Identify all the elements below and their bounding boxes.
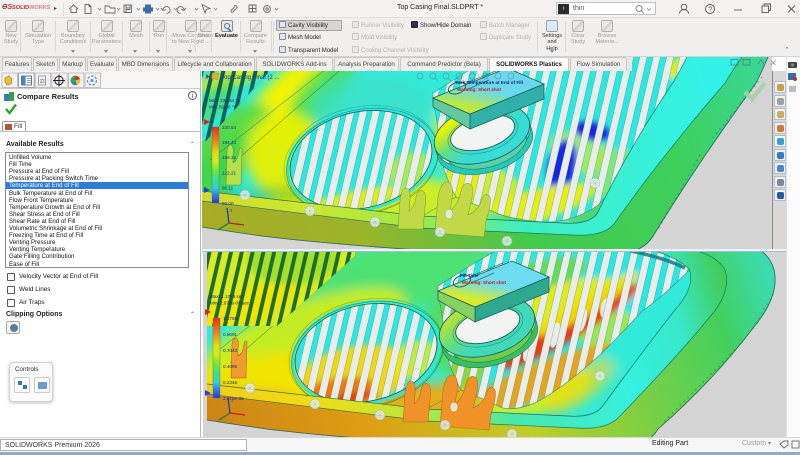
svg-text:Task:Temperature at End of Fil: Task:Temperature at End of Fill: [455, 80, 523, 85]
svg-text:0.4696: 0.4696: [223, 364, 237, 369]
svg-text:Max: 230.54 °C: Max: 230.54 °C: [209, 98, 241, 103]
svg-text:Warning: Short shot: Warning: Short shot: [462, 280, 506, 285]
svg-text:Min: 2.075e-06 sec: Min: 2.075e-06 sec: [210, 301, 250, 306]
svg-text:86.11: 86.11: [222, 186, 234, 191]
svg-text:2.075e-06: 2.075e-06: [223, 396, 244, 401]
svg-text:?: ?: [708, 7, 712, 14]
svg-text:158.32: 158.32: [222, 155, 236, 160]
svg-text:230.54: 230.54: [222, 125, 236, 130]
svg-text:50.00: 50.00: [222, 201, 234, 206]
svg-text:⚖: ⚖: [40, 78, 46, 85]
svg-text:Max: 1.1759 sec: Max: 1.1759 sec: [210, 294, 244, 299]
svg-text:0.9091: 0.9091: [223, 332, 237, 337]
svg-text:Fill Time: Fill Time: [460, 273, 479, 278]
svg-text:194.43: 194.43: [222, 140, 236, 145]
svg-text:0.7043: 0.7043: [223, 348, 237, 353]
svg-text:Warning: Short shot: Warning: Short shot: [457, 87, 501, 92]
svg-text:122.21: 122.21: [222, 170, 236, 175]
svg-text:Min: 50.00 °C: Min: 50.00 °C: [209, 105, 238, 110]
svg-text:0.2348: 0.2348: [223, 380, 237, 385]
svg-text:1.1759: 1.1759: [223, 316, 237, 321]
svg-text:Top Casing Final (2 ...: Top Casing Final (2 ...: [221, 75, 280, 81]
